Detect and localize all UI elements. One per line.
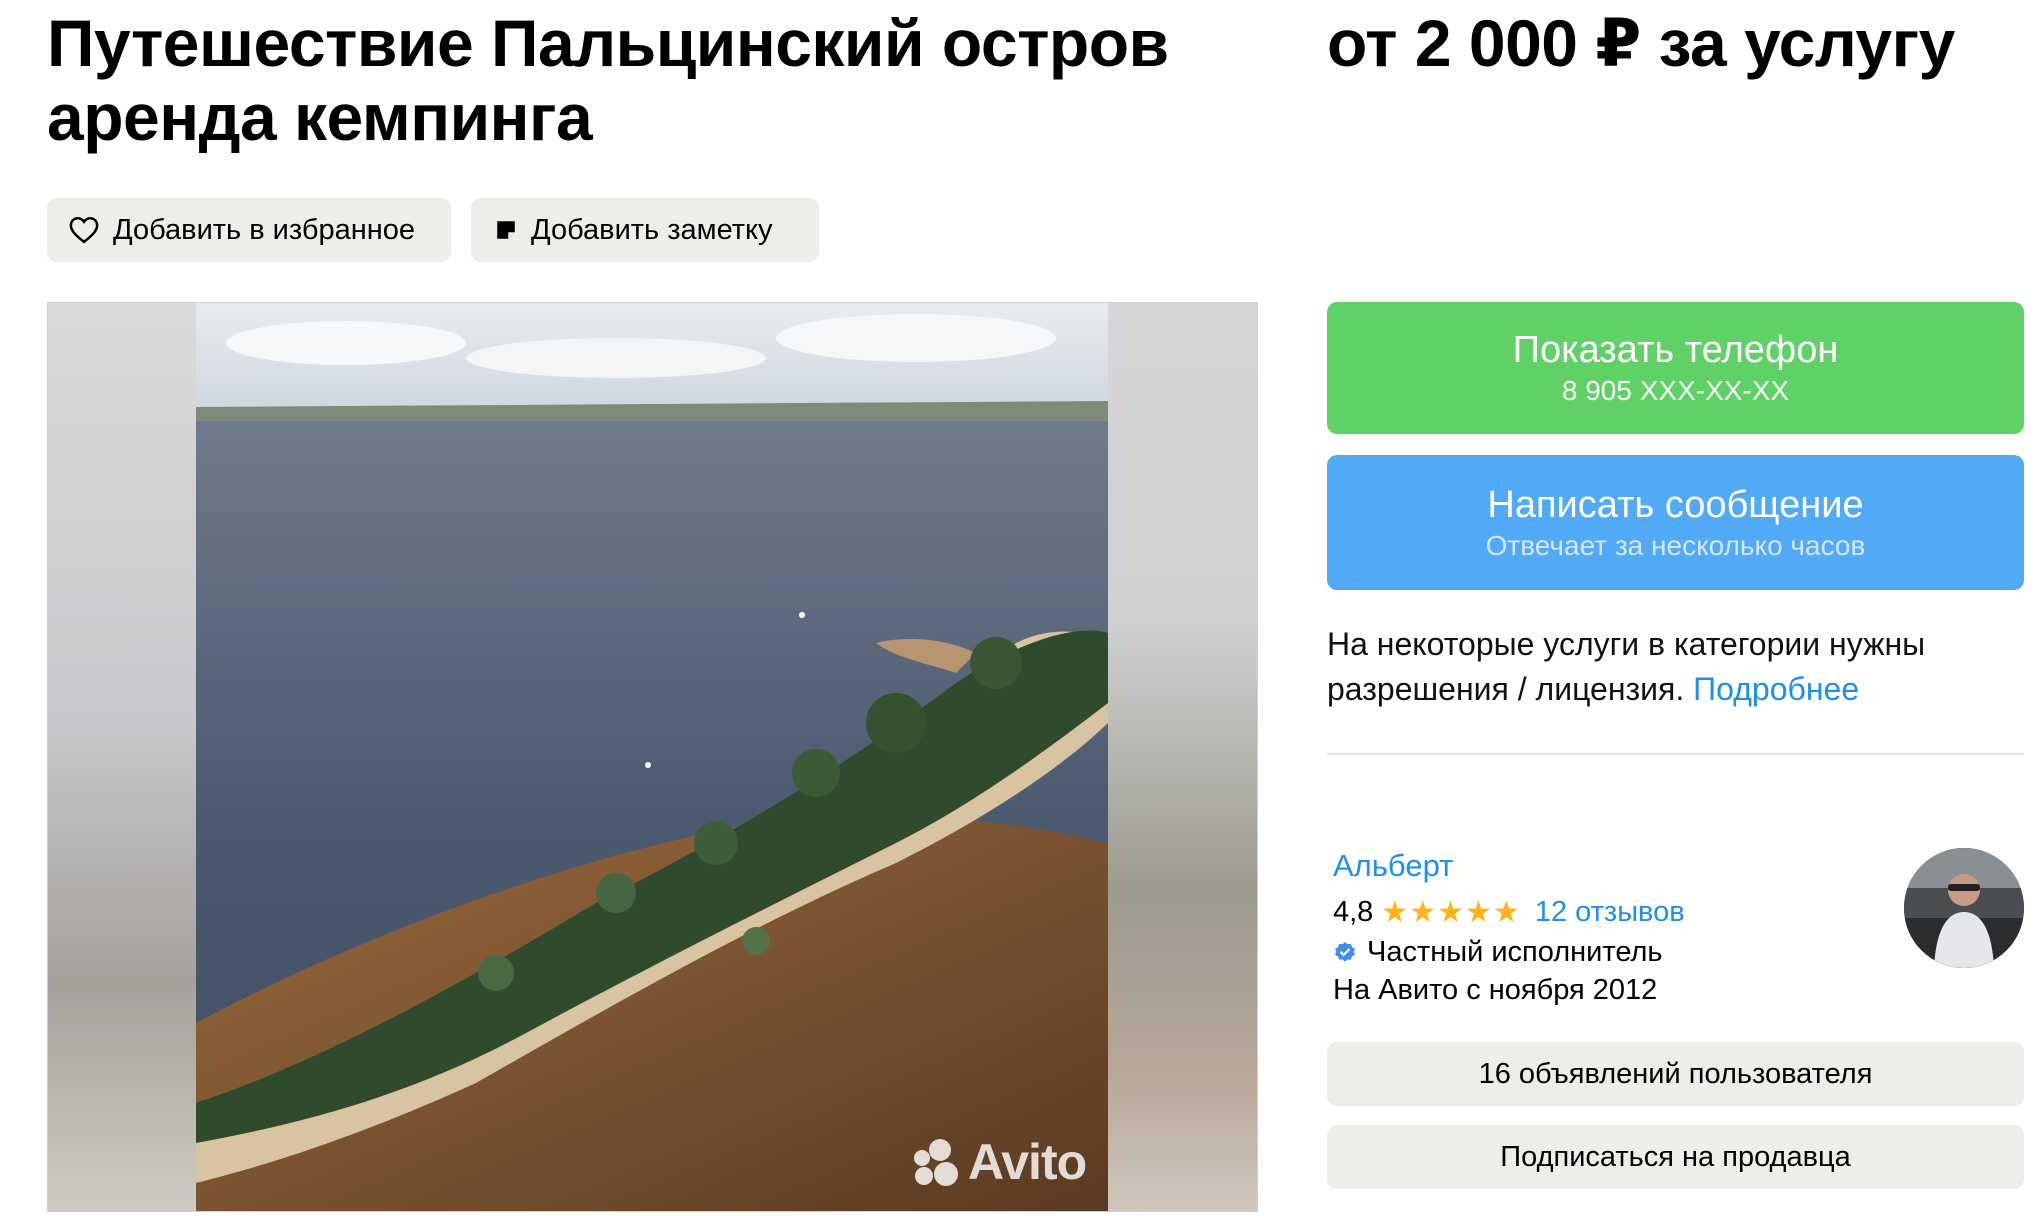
write-message-label: Написать сообщение (1487, 483, 1864, 526)
listing-photo[interactable] (196, 303, 1108, 1212)
photo-gallery[interactable]: Avito (47, 302, 1258, 1212)
phone-masked: 8 905 XXX-XX-XX (1561, 375, 1790, 406)
write-message-button[interactable]: Написать сообщение Отвечает за несколько… (1327, 455, 2024, 590)
verified-badge-icon (1335, 941, 1355, 962)
avatar-photo (1904, 848, 2024, 968)
seller-ads-button[interactable]: 16 объявлений пользователя (1327, 1042, 2024, 1106)
gallery-blur-left (48, 303, 196, 1211)
more-info-link[interactable]: Подробнее (1693, 671, 1859, 707)
listing-price: от 2 000 ₽ за услугу (1327, 6, 1955, 80)
avito-logo-icon (914, 1139, 958, 1186)
seller-type: Частный исполнитель (1333, 936, 1663, 969)
rating-stars-icon: ★★★★★ (1381, 896, 1521, 929)
listing-title: Путешествие Пальцинский остров аренда ке… (47, 6, 1169, 154)
divider (1327, 753, 2024, 755)
license-notice: На некоторые услуги в категории нужны ра… (1327, 622, 2017, 712)
seller-avatar[interactable] (1904, 848, 2024, 968)
add-to-favorites-label: Добавить в избранное (113, 213, 416, 246)
heart-icon (69, 216, 99, 244)
seller-rating: 4,8 ★★★★★ 12 отзывов (1333, 895, 1685, 930)
seller-since: На Авито с ноября 2012 (1333, 974, 1658, 1006)
note-icon (497, 221, 515, 239)
add-to-favorites-button[interactable]: Добавить в избранное (47, 198, 451, 262)
response-time: Отвечает за несколько часов (1485, 529, 1866, 561)
avito-watermark: Avito (910, 1133, 1087, 1191)
add-note-button[interactable]: Добавить заметку (471, 198, 819, 262)
show-phone-button[interactable]: Показать телефон 8 905 XXX-XX-XX (1327, 302, 2024, 434)
subscribe-seller-button[interactable]: Подписаться на продавца (1327, 1125, 2024, 1189)
gallery-blur-right (1107, 303, 1257, 1211)
seller-type-label: Частный исполнитель (1367, 936, 1663, 968)
add-note-label: Добавить заметку (531, 213, 773, 246)
rating-value: 4,8 (1333, 896, 1374, 928)
show-phone-label: Показать телефон (1512, 329, 1839, 371)
reviews-link[interactable]: 12 отзывов (1535, 896, 1685, 929)
seller-name-link[interactable]: Альберт (1333, 848, 1453, 884)
avito-watermark-text: Avito (968, 1134, 1087, 1190)
